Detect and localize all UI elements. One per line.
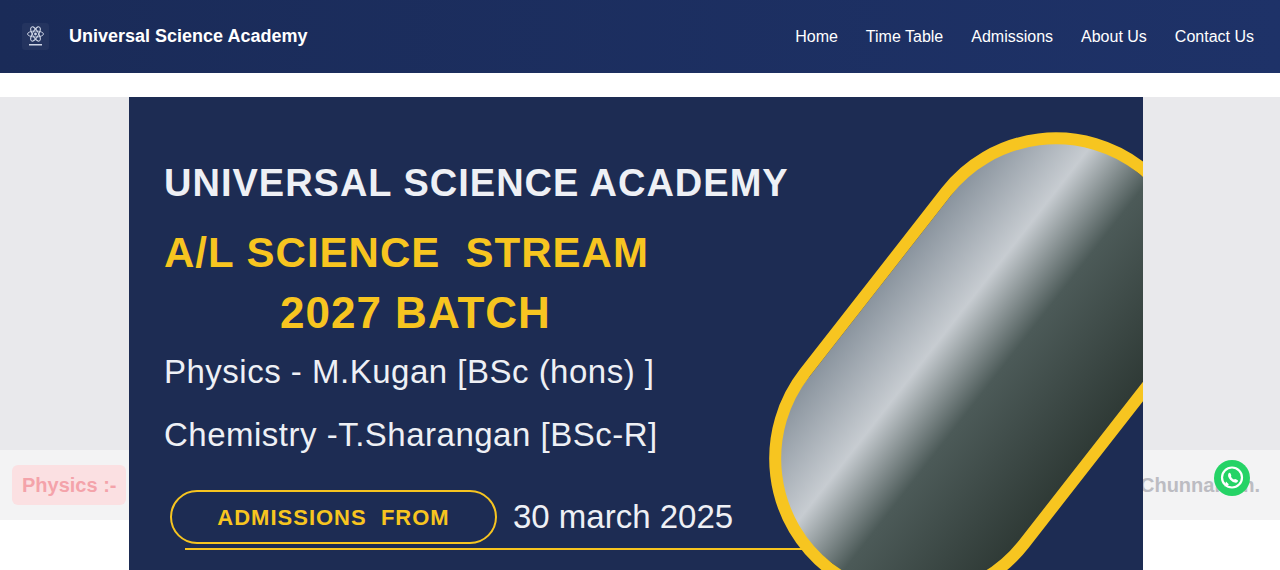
teacher-line: Chemistry -T.Sharangan [BSc-R] (164, 413, 1143, 457)
nav-item: About Us (1069, 19, 1159, 55)
whatsapp-icon[interactable] (1213, 459, 1251, 497)
teacher-line: Physics - M.Kugan [BSc (hons) ] (164, 350, 1143, 394)
admissions-date: 30 march 2025 (513, 492, 733, 542)
stream-heading: A/L SCIENCE STREAM (164, 228, 1143, 278)
admissions-pill: ADMISSIONS FROM (170, 490, 497, 544)
nav-link[interactable]: Admissions (959, 19, 1065, 55)
nav-item: Contact Us (1163, 19, 1266, 55)
nav-link[interactable]: Time Table (854, 19, 955, 55)
nav-link[interactable]: About Us (1069, 19, 1159, 55)
batch-heading: 2027 BATCH (280, 287, 1143, 339)
underline-rule (185, 548, 805, 550)
nav-item: Home (783, 19, 850, 55)
admission-banner: UNIVERSAL SCIENCE ACADEMY A/L SCIENCE STR… (129, 97, 1143, 570)
subject-badge: Physics :- (12, 465, 126, 505)
nav-link[interactable]: Contact Us (1163, 19, 1266, 55)
nav-links: HomeTime TableAdmissionsAbout UsContact … (783, 19, 1266, 55)
top-navbar: Universal Science Academy HomeTime Table… (0, 0, 1280, 73)
brand-link[interactable]: Universal Science Academy (22, 18, 307, 55)
brand-name[interactable]: Universal Science Academy (69, 23, 307, 50)
nav-item: Time Table (854, 19, 955, 55)
atom-logo-icon (22, 23, 49, 50)
banner-title: UNIVERSAL SCIENCE ACADEMY (164, 161, 1143, 205)
nav-link[interactable]: Home (783, 19, 850, 55)
nav-item: Admissions (959, 19, 1065, 55)
admissions-row: ADMISSIONS FROM 30 march 2025 (170, 490, 1143, 544)
